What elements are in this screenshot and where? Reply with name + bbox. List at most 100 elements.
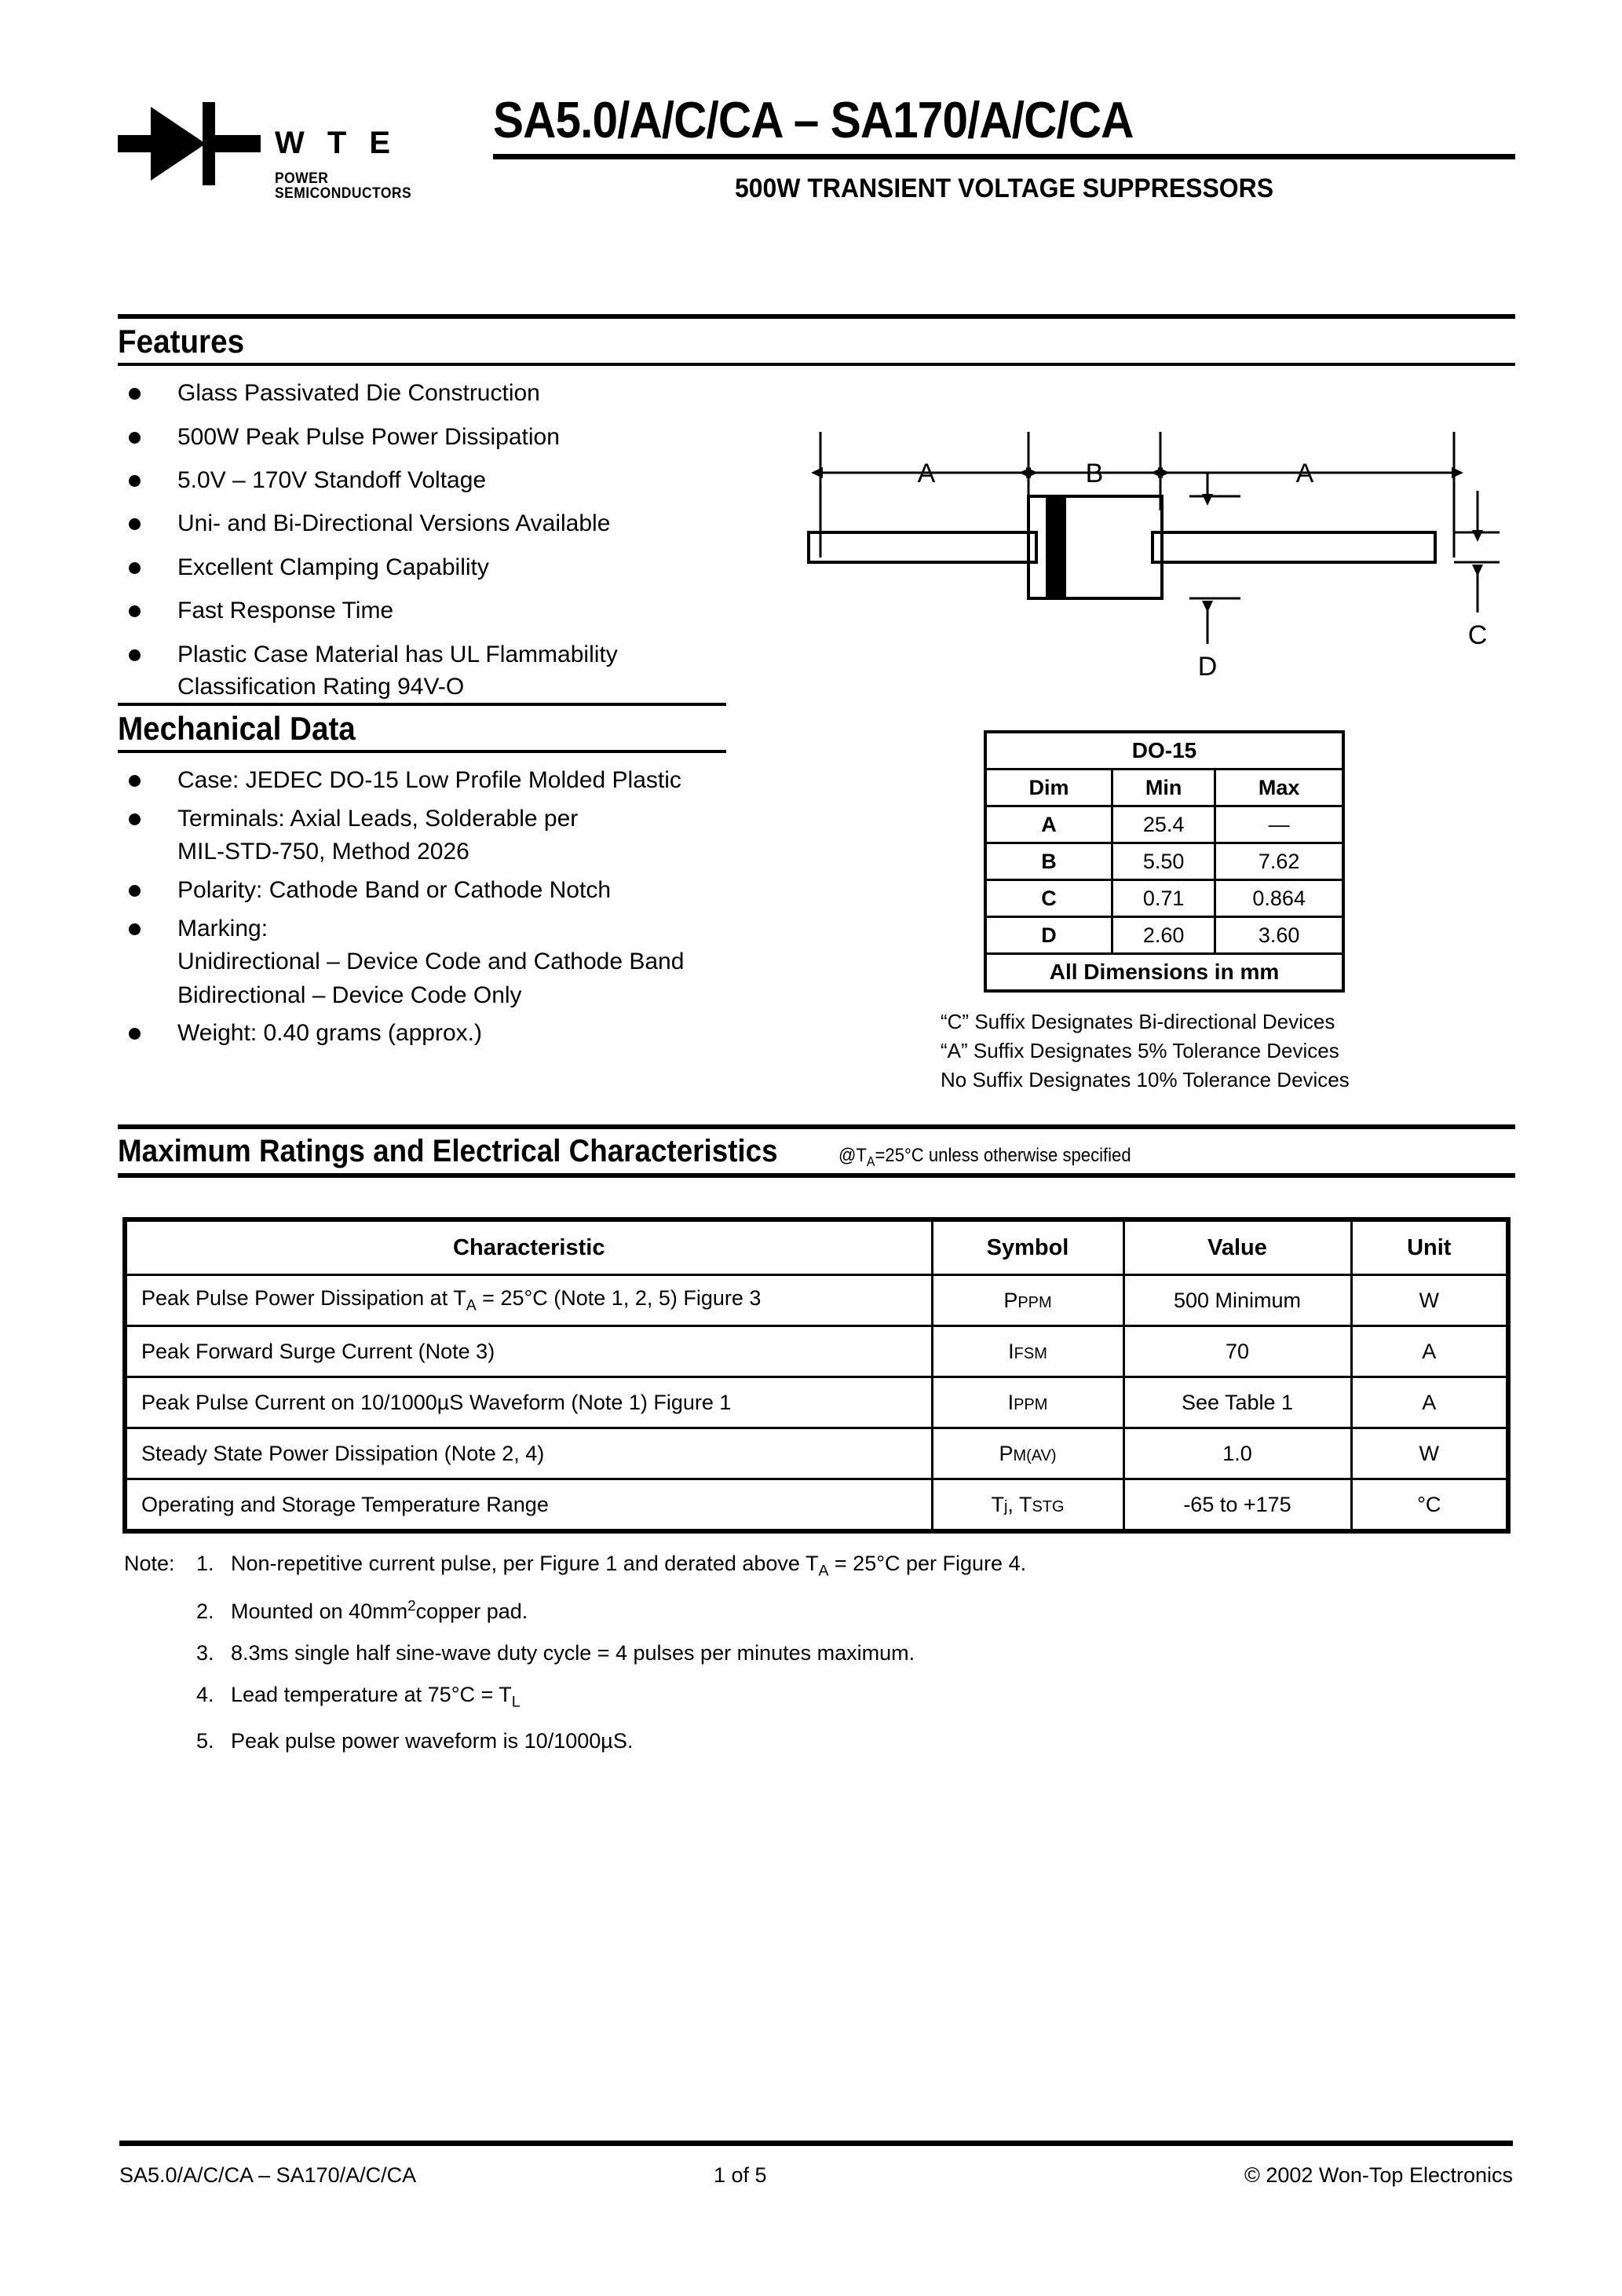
dimension-label-b: B — [1086, 459, 1104, 488]
note-text: Lead temperature at 75°C = TL — [231, 1682, 521, 1711]
note-item: Note: 1. Non-repetitive current pulse, per… — [124, 1553, 1302, 1579]
feature-text: Excellent Clamping Capability — [177, 554, 489, 580]
max-ratings-rule-bottom — [118, 1172, 1515, 1178]
suffix-notes: “C” Suffix Designates Bi-directional Dev… — [941, 1007, 1350, 1095]
value-cell: 1.0 — [1122, 1427, 1353, 1480]
symbol-cell: IFSM — [930, 1325, 1125, 1378]
table-row: Dim Min Max — [984, 768, 1345, 807]
feature-text: Fast Response Time — [177, 598, 394, 624]
column-header-symbol: Symbol — [930, 1218, 1125, 1276]
dim-table-footer: All Dimensions in mm — [984, 952, 1345, 993]
mechanical-list: Case: JEDEC DO-15 Low Profile Molded Pla… — [118, 764, 726, 1051]
table-row: Steady State Power Dissipation (Note 2, … — [123, 1427, 1510, 1480]
note-number: 4. — [196, 1682, 214, 1706]
characteristic-cell: Operating and Storage Temperature Range — [123, 1478, 933, 1533]
logo-subtext: POWER SEMICONDUCTORS — [275, 170, 412, 202]
column-header-characteristic: Characteristic — [123, 1218, 933, 1276]
table-row: Peak Pulse Power Dissipation at TA = 25°… — [123, 1274, 1510, 1327]
table-row: All Dimensions in mm — [984, 952, 1345, 993]
mechanical-text: Polarity: Cathode Band or Cathode Notch — [177, 876, 611, 903]
list-item: 500W Peak Pulse Power Dissipation — [118, 421, 746, 453]
note-item: 2. Mounted on 40mm2copper pad. — [124, 1599, 1302, 1623]
dim-cell: B — [984, 842, 1113, 881]
marking-bidirectional: Bidirectional – Device Code Only — [177, 982, 522, 1008]
list-item: Weight: 0.40 grams (approx.) — [118, 1017, 726, 1051]
features-rule-bottom — [118, 363, 1515, 367]
footer-page-number: 1 of 5 — [714, 2163, 767, 2187]
note-text: Peak pulse power waveform is 10/1000µS. — [231, 1728, 634, 1753]
value-cell: See Table 1 — [1122, 1376, 1353, 1429]
unit-cell: A — [1350, 1325, 1510, 1378]
logo-wordmark: W T E — [275, 126, 398, 160]
mechanical-text-continuation: MIL-STD-750, Method 2026 — [177, 839, 469, 865]
max-ratings-heading: Maximum Ratings and Electrical Character… — [118, 1129, 1515, 1173]
characteristic-cell: Peak Forward Surge Current (Note 3) — [123, 1325, 933, 1378]
min-cell: 25.4 — [1110, 805, 1217, 844]
features-list: Glass Passivated Die Construction 500W P… — [118, 377, 746, 703]
diode-symbol-icon — [118, 102, 261, 185]
feature-text-continuation: Classification Rating 94V-O — [177, 673, 465, 700]
dimension-label-a-right: A — [1296, 459, 1314, 488]
max-ratings-section: Maximum Ratings and Electrical Character… — [118, 1124, 1515, 1178]
note-number: 5. — [196, 1728, 214, 1753]
column-header-unit: Unit — [1350, 1218, 1510, 1276]
min-cell: 5.50 — [1110, 842, 1217, 881]
page-header: W T E POWER SEMICONDUCTORS SA5.0/A/C/CA … — [118, 93, 1515, 275]
list-item: Case: JEDEC DO-15 Low Profile Molded Pla… — [118, 764, 726, 798]
title-block: SA5.0/A/C/CA – SA170/A/C/CA 500W TRANSIE… — [493, 93, 1515, 204]
list-item: Fast Response Time — [118, 594, 746, 627]
suffix-note-c: “C” Suffix Designates Bi-directional Dev… — [941, 1010, 1335, 1033]
value-cell: -65 to +175 — [1122, 1478, 1353, 1533]
package-outline-drawing: A B A D C — [807, 432, 1500, 682]
datasheet-page: W T E POWER SEMICONDUCTORS SA5.0/A/C/CA … — [0, 0, 1622, 2296]
note-text: 8.3ms single half sine-wave duty cycle =… — [231, 1640, 915, 1665]
max-cell: 3.60 — [1214, 916, 1345, 955]
feature-text: Plastic Case Material has UL Flammabilit… — [177, 641, 618, 667]
unit-cell: A — [1350, 1376, 1510, 1429]
table-row: A 25.4 — — [984, 805, 1345, 844]
footer-divider — [119, 2141, 1513, 2146]
max-ratings-table: Characteristic Symbol Value Unit Peak Pu… — [122, 1217, 1511, 1534]
characteristic-cell: Peak Pulse Current on 10/1000µS Waveform… — [123, 1376, 933, 1429]
mechanical-text: Case: JEDEC DO-15 Low Profile Molded Pla… — [177, 767, 681, 794]
column-header-min: Min — [1110, 768, 1217, 807]
note-number: 1. — [196, 1552, 214, 1575]
note-number: 2. — [196, 1599, 214, 1623]
max-cell: — — [1214, 805, 1345, 844]
mechanical-text: Terminals: Axial Leads, Solderable per — [177, 805, 579, 832]
table-row: Operating and Storage Temperature Range … — [123, 1478, 1510, 1533]
do15-dimension-table: DO-15 Dim Min Max A 25.4 — B 5.50 7.62 C… — [984, 730, 1345, 993]
feature-text: 5.0V – 170V Standoff Voltage — [177, 466, 487, 493]
features-heading: Features — [118, 323, 245, 360]
suffix-note-a: “A” Suffix Designates 5% Tolerance Devic… — [941, 1038, 1339, 1062]
table-row: D 2.60 3.60 — [984, 916, 1345, 955]
footer-copyright: © 2002 Won-Top Electronics — [1244, 2163, 1513, 2187]
list-item: Plastic Case Material has UL Flammabilit… — [118, 638, 746, 704]
features-body: Glass Passivated Die Construction 500W P… — [118, 377, 746, 703]
list-item: Marking: Unidirectional – Device Code an… — [118, 912, 726, 1013]
suffix-note-none: No Suffix Designates 10% Tolerance Devic… — [941, 1067, 1350, 1091]
symbol-cell: Tj, TSTG — [930, 1478, 1125, 1533]
note-number: 3. — [196, 1640, 214, 1665]
dim-table-title: DO-15 — [984, 730, 1345, 770]
min-cell: 2.60 — [1110, 916, 1217, 955]
notes-section: Note: 1. Non-repetitive current pulse, per… — [124, 1553, 1302, 1772]
marking-unidirectional: Unidirectional – Device Code and Cathode… — [177, 949, 685, 975]
note-text: Non-repetitive current pulse, per Figure… — [231, 1552, 1027, 1580]
max-cell: 0.864 — [1214, 879, 1345, 918]
dimension-label-c: C — [1468, 620, 1488, 650]
value-cell: 500 Minimum — [1122, 1274, 1353, 1327]
characteristic-cell: Peak Pulse Power Dissipation at TA = 25°… — [123, 1274, 933, 1327]
max-ratings-condition: @TA=25°C unless otherwise specified — [838, 1145, 1131, 1169]
note-item: 4. Lead temperature at 75°C = TL — [124, 1684, 1302, 1710]
footer-part-number: SA5.0/A/C/CA – SA170/A/C/CA — [119, 2163, 417, 2187]
table-row: DO-15 — [984, 730, 1345, 770]
mechanical-data-section: Mechanical Data Case: JEDEC DO-15 Low Pr… — [118, 703, 726, 1055]
column-header-value: Value — [1122, 1218, 1353, 1276]
table-row: B 5.50 7.62 — [984, 842, 1345, 881]
symbol-cell: PM(AV) — [930, 1427, 1125, 1480]
dimension-label-a-left: A — [918, 459, 936, 488]
feature-text: Glass Passivated Die Construction — [177, 380, 540, 407]
table-row: Peak Pulse Current on 10/1000µS Waveform… — [123, 1376, 1510, 1429]
dim-cell: C — [984, 879, 1113, 918]
